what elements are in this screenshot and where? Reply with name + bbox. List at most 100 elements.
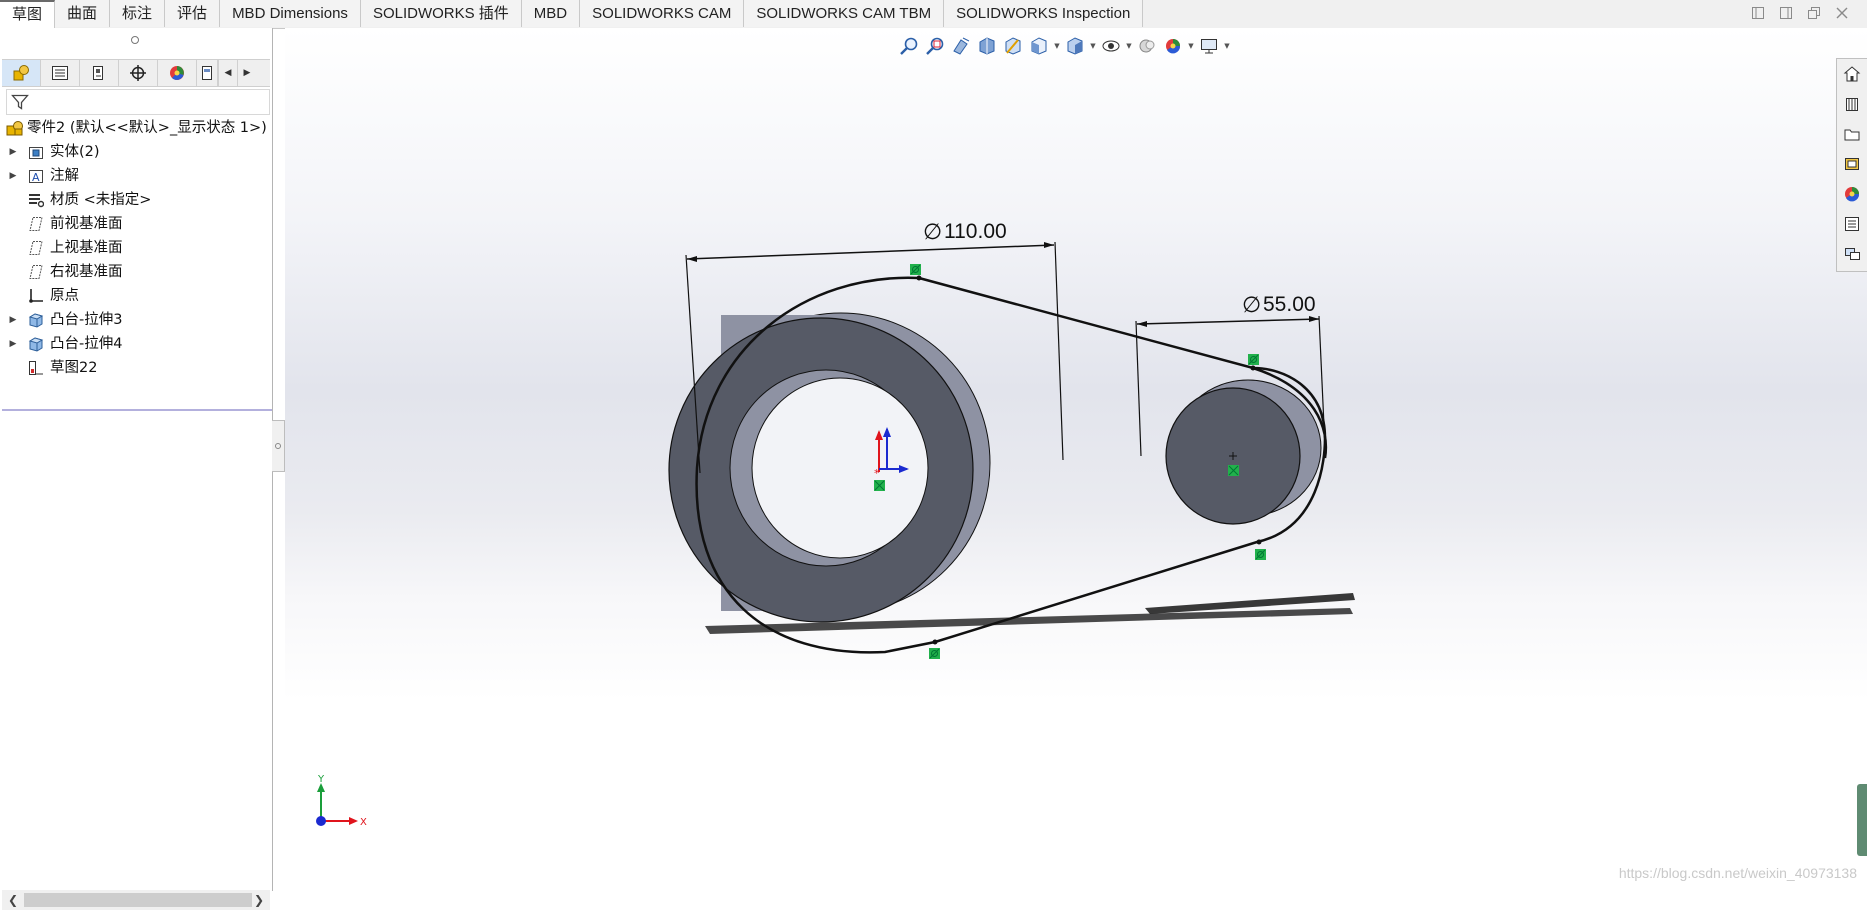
expand-arrow-icon[interactable]: ▶	[8, 308, 18, 332]
tree-filter-field[interactable]	[6, 89, 270, 115]
file-explorer-icon[interactable]	[1841, 123, 1863, 145]
edit-appearance-icon[interactable]	[1135, 34, 1159, 58]
view-settings-icon[interactable]	[1197, 34, 1221, 58]
dimension-value-110: 110.00	[944, 220, 1007, 243]
tab-sketch[interactable]: 草图	[0, 0, 56, 29]
dropdown-arrow-icon[interactable]: ▼	[1187, 42, 1195, 50]
view-palette-icon[interactable]	[1841, 153, 1863, 175]
graphics-area[interactable]: ∅ 110.00 ∅ 55.00 * Y X ▼ ▼ ▼ ▼ ▼ https:/…	[285, 28, 1867, 891]
expand-arrow-icon[interactable]: ▶	[8, 164, 18, 188]
solidworks-forum-icon[interactable]	[1841, 243, 1863, 265]
svg-text:*: *	[874, 467, 880, 480]
panel-collapse-handle[interactable]	[131, 36, 139, 44]
restore-window-icon[interactable]	[1807, 6, 1821, 20]
tab-solidworks-cam[interactable]: SOLIDWORKS CAM	[580, 0, 745, 27]
apply-scene-icon[interactable]	[1161, 34, 1185, 58]
expand-arrow-icon[interactable]: ▶	[8, 332, 18, 356]
sketch-icon	[28, 360, 44, 376]
model-scene: ∅ 110.00 ∅ 55.00 * Y X	[316, 220, 1355, 828]
property-manager-tab-icon[interactable]	[41, 60, 80, 86]
tab-scroll-left-icon[interactable]: ◀	[218, 60, 237, 86]
tree-item-material[interactable]: 材质 <未指定>	[0, 188, 272, 212]
watermark-text: https://blog.csdn.net/weixin_40973138	[1618, 865, 1857, 881]
annotations-icon: A	[28, 168, 44, 184]
dropdown-arrow-icon[interactable]: ▼	[1125, 42, 1133, 50]
tree-item-label: 原点	[50, 288, 79, 304]
reference-triad-icon: Y X	[316, 774, 367, 828]
side-resize-handle[interactable]	[1857, 784, 1867, 856]
tangent-relation-marker	[1248, 354, 1259, 365]
part-icon	[6, 120, 23, 136]
tree-item-label: 凸台-拉伸4	[50, 336, 123, 352]
solid-bodies-icon	[28, 144, 44, 160]
tab-mbd-dimensions[interactable]: MBD Dimensions	[220, 0, 361, 27]
dropdown-arrow-icon[interactable]: ▼	[1223, 42, 1231, 50]
svg-text:A: A	[32, 171, 40, 184]
hide-show-items-icon[interactable]	[1099, 34, 1123, 58]
tree-root-part[interactable]: 零件2 (默认<<默认>_显示状态 1>)	[0, 116, 272, 140]
origin-icon	[28, 288, 44, 304]
scrollbar-thumb[interactable]	[24, 893, 252, 907]
horizontal-scrollbar[interactable]: ❮ ❯	[2, 890, 270, 910]
dimension-symbol: ∅	[923, 220, 942, 245]
tab-markup[interactable]: 标注	[110, 0, 166, 27]
dropdown-arrow-icon[interactable]: ▼	[1053, 42, 1061, 50]
tab-surfaces[interactable]: 曲面	[55, 0, 111, 27]
solidworks-resources-home-icon[interactable]	[1841, 63, 1863, 85]
view-orientation-icon[interactable]	[1027, 34, 1051, 58]
zoom-to-area-icon[interactable]	[923, 34, 947, 58]
rollback-bar[interactable]	[2, 409, 272, 411]
tangent-relation-marker	[929, 648, 940, 659]
tab-solidworks-cam-tbm[interactable]: SOLIDWORKS CAM TBM	[744, 0, 945, 27]
plane-icon	[28, 216, 44, 232]
appearances-scenes-icon[interactable]	[1841, 183, 1863, 205]
close-window-icon[interactable]	[1835, 6, 1849, 20]
tree-item-right-plane[interactable]: 右视基准面	[0, 260, 272, 284]
previous-view-icon[interactable]	[949, 34, 973, 58]
feature-tree: 零件2 (默认<<默认>_显示状态 1>) ▶ 实体(2) ▶ A 注解 材质 …	[0, 116, 272, 380]
tree-item-label: 注解	[50, 168, 79, 184]
tree-item-annotations[interactable]: ▶ A 注解	[0, 164, 272, 188]
tree-item-label: 上视基准面	[50, 240, 123, 256]
tile-left-icon[interactable]	[1751, 6, 1765, 20]
tab-mbd[interactable]: MBD	[521, 0, 581, 27]
tile-right-icon[interactable]	[1779, 6, 1793, 20]
configuration-manager-tab-icon[interactable]	[80, 60, 119, 86]
design-library-icon[interactable]	[1841, 93, 1863, 115]
scroll-right-icon[interactable]: ❯	[254, 893, 264, 907]
tab-scroll-right-icon[interactable]: ▶	[237, 60, 256, 86]
tree-item-sketch-22[interactable]: 草图22	[0, 356, 272, 380]
tree-item-top-plane[interactable]: 上视基准面	[0, 236, 272, 260]
tab-solidworks-addins[interactable]: SOLIDWORKS 插件	[360, 0, 522, 27]
display-style-icon[interactable]	[1063, 34, 1087, 58]
dimxpert-manager-tab-icon[interactable]	[119, 60, 158, 86]
tree-item-label: 实体(2)	[50, 144, 100, 160]
tangent-relation-marker	[910, 264, 921, 275]
tree-item-solid-bodies[interactable]: ▶ 实体(2)	[0, 140, 272, 164]
cam-tab-icon[interactable]	[197, 60, 218, 86]
tree-item-boss-extrude-3[interactable]: ▶ 凸台-拉伸3	[0, 308, 272, 332]
panel-splitter-handle[interactable]	[272, 420, 285, 472]
expand-arrow-icon[interactable]: ▶	[8, 140, 18, 164]
dimension-symbol: ∅	[1242, 293, 1261, 318]
zoom-to-fit-icon[interactable]	[897, 34, 921, 58]
custom-properties-icon[interactable]	[1841, 213, 1863, 235]
tree-item-label: 草图22	[50, 360, 98, 376]
tree-item-origin[interactable]: 原点	[0, 284, 272, 308]
display-manager-tab-icon[interactable]	[158, 60, 197, 86]
tree-item-front-plane[interactable]: 前视基准面	[0, 212, 272, 236]
feature-manager-panel: ◀ ▶ 零件2 (默认<<默认>_显示状态 1>) ▶ 实体(2) ▶ A 注解	[0, 28, 273, 910]
section-view-icon[interactable]	[975, 34, 999, 58]
coincident-relation-marker	[1228, 465, 1239, 476]
tree-item-boss-extrude-4[interactable]: ▶ 凸台-拉伸4	[0, 332, 272, 356]
command-manager-tab-bar: 草图 曲面 标注 评估 MBD Dimensions SOLIDWORKS 插件…	[0, 0, 1867, 29]
tangent-relation-marker	[1255, 549, 1266, 560]
scroll-left-icon[interactable]: ❮	[8, 893, 18, 907]
dynamic-annotation-views-icon[interactable]	[1001, 34, 1025, 58]
tab-evaluate[interactable]: 评估	[165, 0, 221, 27]
tab-solidworks-inspection[interactable]: SOLIDWORKS Inspection	[944, 0, 1144, 27]
dimension-value-55: 55.00	[1263, 293, 1316, 316]
dropdown-arrow-icon[interactable]: ▼	[1089, 42, 1097, 50]
boss-extrude-icon	[28, 336, 44, 352]
feature-tree-tab-icon[interactable]	[2, 60, 41, 86]
